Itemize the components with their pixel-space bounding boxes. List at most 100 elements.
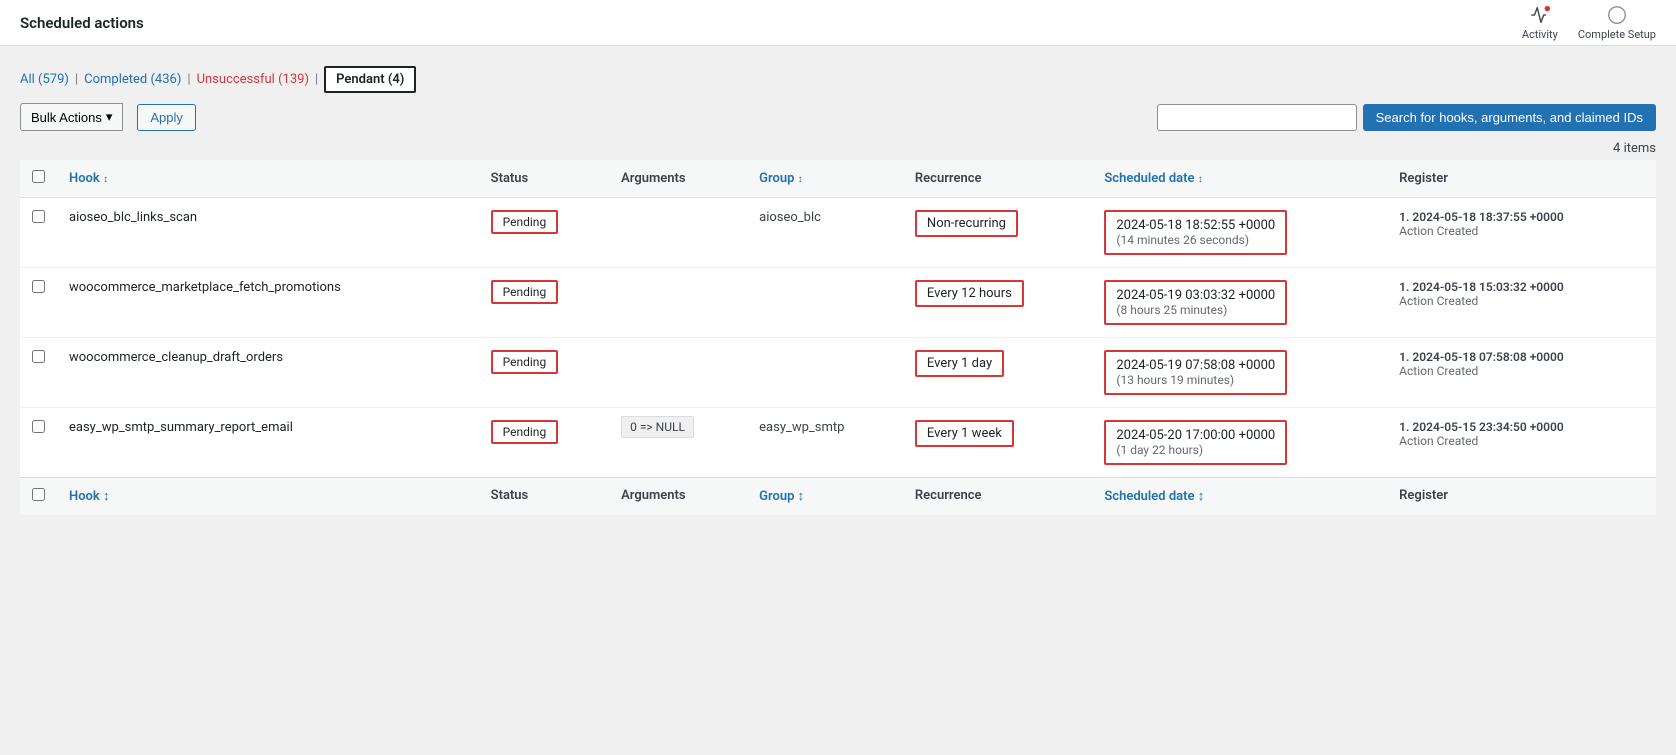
- scheduled-date-badge: 2024-05-19 03:03:32 +0000 (8 hours 25 mi…: [1104, 280, 1287, 325]
- col-scheduled-date-footer[interactable]: Scheduled date ↕: [1092, 478, 1387, 516]
- top-bar-actions: Activity Complete Setup: [1522, 4, 1656, 41]
- search-button[interactable]: Search for hooks, arguments, and claimed…: [1363, 104, 1656, 131]
- tab-completed[interactable]: Completed (436): [84, 72, 181, 87]
- scheduled-date-main: 2024-05-19 07:58:08 +0000: [1116, 358, 1275, 373]
- chevron-down-icon: ▾: [106, 109, 113, 125]
- col-arguments: Arguments: [609, 160, 747, 198]
- tab-sep-2: |: [187, 72, 190, 87]
- register-num: 1. 2024-05-18 07:58:08 +0000: [1399, 350, 1564, 364]
- argument-badge: 0 => NULL: [621, 416, 694, 438]
- scheduled-date-badge: 2024-05-20 17:00:00 +0000 (1 day 22 hour…: [1104, 420, 1287, 465]
- filter-left: Bulk Actions ▾ Apply: [20, 103, 196, 131]
- recurrence-badge: Every 12 hours: [915, 280, 1024, 307]
- scheduled-date-badge: 2024-05-19 07:58:08 +0000 (13 hours 19 m…: [1104, 350, 1287, 395]
- row-checkbox-0[interactable]: [32, 210, 45, 223]
- group-sort-icon-footer: ↕: [798, 489, 805, 504]
- activity-button[interactable]: Activity: [1522, 4, 1558, 41]
- select-all-checkbox[interactable]: [32, 170, 45, 183]
- register-entry: 1. 2024-05-15 23:34:50 +0000 Action Crea…: [1399, 420, 1644, 448]
- hook-sort-icon-footer: ↕: [103, 489, 110, 504]
- scheduled-date-relative: (13 hours 19 minutes): [1116, 373, 1275, 387]
- register-label: Action Created: [1399, 294, 1478, 308]
- group-value: easy_wp_smtp: [759, 420, 844, 435]
- page-content: All (579) | Completed (436) | Unsuccessf…: [0, 46, 1676, 535]
- row-checkbox-1[interactable]: [32, 280, 45, 293]
- table-footer-row: Hook ↕ Status Arguments Group ↕ Recurren…: [20, 478, 1656, 516]
- col-group[interactable]: Group ↕: [747, 160, 903, 198]
- register-label: Action Created: [1399, 224, 1478, 238]
- col-recurrence: Recurrence: [903, 160, 1092, 198]
- tab-all[interactable]: All (579): [20, 72, 69, 87]
- filter-right: Search for hooks, arguments, and claimed…: [1157, 104, 1656, 131]
- register-entry: 1. 2024-05-18 18:37:55 +0000 Action Crea…: [1399, 210, 1644, 238]
- select-all-footer-checkbox[interactable]: [32, 488, 45, 501]
- table-row: easy_wp_smtp_summary_report_email Pending…: [20, 408, 1656, 478]
- register-num: 1. 2024-05-15 23:34:50 +0000: [1399, 420, 1564, 434]
- register-label: Action Created: [1399, 364, 1478, 378]
- register-label: Action Created: [1399, 434, 1478, 448]
- col-register: Register: [1387, 160, 1656, 198]
- status-badge: Pending: [491, 420, 559, 444]
- recurrence-badge: Every 1 week: [915, 420, 1014, 447]
- complete-setup-button[interactable]: Complete Setup: [1578, 4, 1656, 41]
- complete-setup-icon: [1606, 4, 1628, 26]
- col-hook[interactable]: Hook ↕: [57, 160, 479, 198]
- recurrence-badge: Non-recurring: [915, 210, 1018, 237]
- activity-label: Activity: [1522, 28, 1558, 41]
- col-hook-footer[interactable]: Hook ↕: [57, 478, 479, 516]
- tab-sep-1: |: [75, 72, 78, 87]
- recurrence-badge: Every 1 day: [915, 350, 1004, 377]
- tab-unsuccessful[interactable]: Unsuccessful (139): [197, 72, 309, 87]
- hook-name: easy_wp_smtp_summary_report_email: [69, 420, 293, 435]
- page-title: Scheduled actions: [20, 14, 144, 32]
- actions-table: Hook ↕ Status Arguments Group ↕ Recurren…: [20, 160, 1656, 515]
- items-count: 4 items: [20, 141, 1656, 156]
- scheduled-date-main: 2024-05-20 17:00:00 +0000: [1116, 428, 1275, 443]
- col-scheduled-date[interactable]: Scheduled date ↕: [1092, 160, 1387, 198]
- hook-sort-icon: ↕: [103, 174, 108, 185]
- scheduled-date-badge: 2024-05-18 18:52:55 +0000 (14 minutes 26…: [1104, 210, 1287, 255]
- scheduled-date-sort-icon-footer: ↕: [1198, 489, 1205, 504]
- hook-name: aioseo_blc_links_scan: [69, 210, 197, 225]
- col-status-footer: Status: [479, 478, 609, 516]
- scheduled-date-main: 2024-05-19 03:03:32 +0000: [1116, 288, 1275, 303]
- scheduled-date-relative: (1 day 22 hours): [1116, 443, 1275, 457]
- table-header-row: Hook ↕ Status Arguments Group ↕ Recurren…: [20, 160, 1656, 198]
- table-body: aioseo_blc_links_scan Pending aioseo_blc No…: [20, 198, 1656, 478]
- filter-row: Bulk Actions ▾ Apply Search for hooks, a…: [20, 103, 1656, 131]
- hook-name: woocommerce_cleanup_draft_orders: [69, 350, 283, 365]
- status-badge: Pending: [491, 210, 559, 234]
- tab-sep-3: |: [315, 72, 318, 87]
- col-arguments-footer: Arguments: [609, 478, 747, 516]
- table-row: woocommerce_cleanup_draft_orders Pending E…: [20, 338, 1656, 408]
- hook-name: woocommerce_marketplace_fetch_promotions: [69, 280, 341, 295]
- register-entry: 1. 2024-05-18 15:03:32 +0000 Action Crea…: [1399, 280, 1644, 308]
- tab-pending[interactable]: Pendant (4): [324, 66, 416, 93]
- col-recurrence-footer: Recurrence: [903, 478, 1092, 516]
- group-value: aioseo_blc: [759, 210, 821, 225]
- scheduled-date-relative: (14 minutes 26 seconds): [1116, 233, 1275, 247]
- top-bar: Scheduled actions Activity Complete Setu…: [0, 0, 1676, 46]
- register-num: 1. 2024-05-18 18:37:55 +0000: [1399, 210, 1564, 224]
- apply-button[interactable]: Apply: [137, 104, 196, 131]
- scheduled-date-relative: (8 hours 25 minutes): [1116, 303, 1275, 317]
- bulk-actions-wrapper: Bulk Actions ▾: [20, 103, 123, 131]
- bulk-actions-button[interactable]: Bulk Actions ▾: [20, 103, 123, 131]
- register-num: 1. 2024-05-18 15:03:32 +0000: [1399, 280, 1564, 294]
- scheduled-date-sort-icon: ↕: [1198, 174, 1203, 185]
- scheduled-date-main: 2024-05-18 18:52:55 +0000: [1116, 218, 1275, 233]
- row-checkbox-3[interactable]: [32, 420, 45, 433]
- col-group-footer[interactable]: Group ↕: [747, 478, 903, 516]
- table-row: woocommerce_marketplace_fetch_promotions…: [20, 268, 1656, 338]
- row-checkbox-2[interactable]: [32, 350, 45, 363]
- table-row: aioseo_blc_links_scan Pending aioseo_blc No…: [20, 198, 1656, 268]
- tabs-bar: All (579) | Completed (436) | Unsuccessf…: [20, 66, 1656, 93]
- search-input[interactable]: [1157, 104, 1357, 131]
- status-badge: Pending: [491, 350, 559, 374]
- col-status: Status: [479, 160, 609, 198]
- group-sort-icon: ↕: [798, 174, 803, 185]
- activity-icon: [1529, 4, 1551, 26]
- status-badge: Pending: [491, 280, 559, 304]
- col-register-footer: Register: [1387, 478, 1656, 516]
- register-entry: 1. 2024-05-18 07:58:08 +0000 Action Crea…: [1399, 350, 1644, 378]
